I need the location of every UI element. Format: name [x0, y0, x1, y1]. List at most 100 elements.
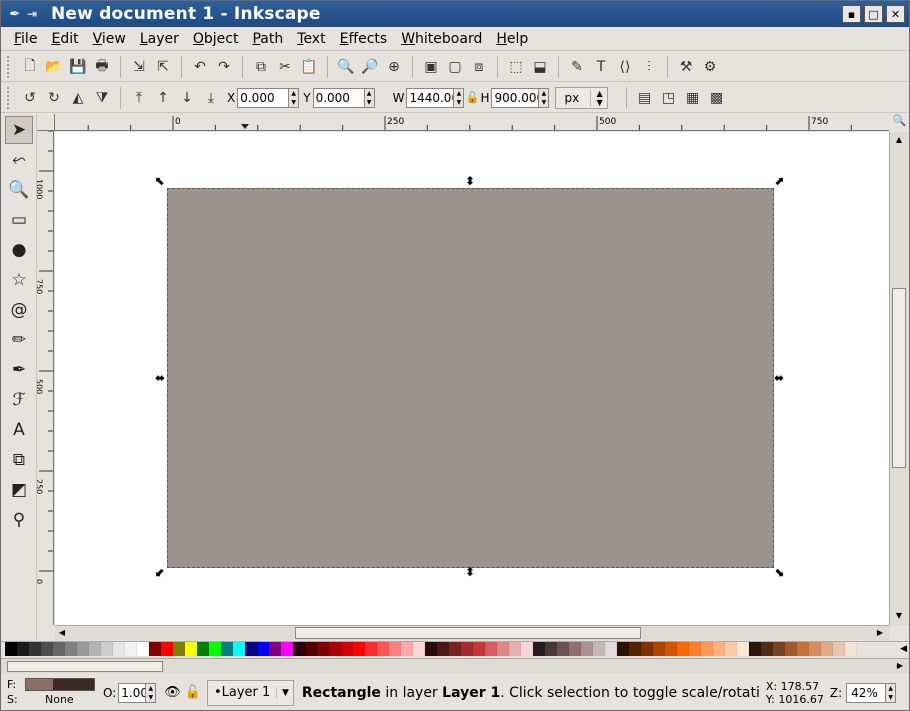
transform-icon[interactable]: ⬓: [529, 56, 551, 78]
scroll-left-icon[interactable]: ◀: [55, 626, 69, 640]
clone-icon[interactable]: ⧈: [468, 56, 490, 78]
palette-swatch[interactable]: [221, 642, 233, 656]
palette-swatch[interactable]: [209, 642, 221, 656]
title-bar[interactable]: ✒ ⇥ New document 1 - Inkscape ▪ □ ✕: [1, 1, 909, 27]
palette-swatch[interactable]: [425, 642, 437, 656]
layer-select[interactable]: •Layer 1 ▼: [206, 679, 294, 706]
pencil-tool-icon[interactable]: ✏: [5, 326, 33, 354]
palette-swatch[interactable]: [89, 642, 101, 656]
palette-scroll-right-icon[interactable]: ▶: [893, 659, 907, 673]
palette-swatch[interactable]: [137, 642, 149, 656]
palette-swatch[interactable]: [173, 642, 185, 656]
zoom-selection-icon[interactable]: 🔍: [335, 56, 357, 78]
palette-swatch[interactable]: [545, 642, 557, 656]
opacity-field[interactable]: ▲▼: [118, 682, 157, 703]
zoom-corner-icon[interactable]: 🔍: [890, 114, 909, 131]
node-tool-icon[interactable]: ⬿: [5, 146, 33, 174]
dropper-tool-icon[interactable]: ⚲: [5, 506, 33, 534]
palette-swatch[interactable]: [365, 642, 377, 656]
opacity-input[interactable]: [119, 683, 146, 702]
move-gradients-icon[interactable]: ▦: [682, 87, 704, 109]
palette-swatch[interactable]: [245, 642, 257, 656]
palette-swatch[interactable]: [329, 642, 341, 656]
horizontal-scrollbar[interactable]: ◀ ▶: [55, 625, 889, 640]
paste-icon[interactable]: 📋: [298, 56, 320, 78]
palette-swatch[interactable]: [833, 642, 845, 656]
export-icon[interactable]: ⇱: [152, 56, 174, 78]
align-icon[interactable]: ⫶: [638, 56, 660, 78]
scroll-up-icon[interactable]: ▲: [892, 133, 906, 147]
x-field[interactable]: ▲▼: [237, 87, 300, 108]
palette-swatch[interactable]: [761, 642, 773, 656]
flip-vertical-icon[interactable]: ⧩: [91, 87, 113, 109]
palette-swatch[interactable]: [653, 642, 665, 656]
palette-swatch[interactable]: [161, 642, 173, 656]
scale-handle-right[interactable]: ⬌: [772, 371, 786, 385]
menu-file[interactable]: File: [7, 27, 44, 51]
palette-swatch[interactable]: [53, 642, 65, 656]
palette-swatch[interactable]: [377, 642, 389, 656]
palette-swatch[interactable]: [257, 642, 269, 656]
lock-icon[interactable]: 🔓: [185, 685, 201, 700]
palette-swatch[interactable]: [533, 642, 545, 656]
eye-icon[interactable]: 👁: [164, 685, 181, 700]
palette-swatch[interactable]: [473, 642, 485, 656]
horizontal-ruler[interactable]: -2500250500750100012501500: [55, 114, 889, 131]
menu-path[interactable]: Path: [245, 27, 290, 51]
palette-swatch[interactable]: [305, 642, 317, 656]
palette-swatch[interactable]: [17, 642, 29, 656]
palette-swatch[interactable]: [437, 642, 449, 656]
units-select[interactable]: px ▲ ▼: [555, 86, 608, 109]
redo-icon[interactable]: ↷: [213, 56, 235, 78]
palette-swatch[interactable]: [101, 642, 113, 656]
palette-swatch[interactable]: [677, 642, 689, 656]
vertical-ruler[interactable]: 1000 750 500 250 0: [37, 131, 54, 625]
palette-swatch[interactable]: [77, 642, 89, 656]
menu-layer[interactable]: Layer: [133, 27, 186, 51]
palette-swatch[interactable]: [689, 642, 701, 656]
palette-swatch[interactable]: [281, 642, 293, 656]
xml-editor-icon[interactable]: ⟨⟩: [614, 56, 636, 78]
palette-swatch[interactable]: [713, 642, 725, 656]
inkscape-icon[interactable]: ✒: [5, 4, 25, 24]
undo-icon[interactable]: ↶: [189, 56, 211, 78]
zoom-drawing-icon[interactable]: 🔎: [359, 56, 381, 78]
scale-handle-left[interactable]: ⬌: [153, 371, 167, 385]
palette-swatch[interactable]: [593, 642, 605, 656]
spiral-tool-icon[interactable]: @: [5, 296, 33, 324]
lock-icon[interactable]: 🔓: [465, 87, 480, 109]
palette-swatch[interactable]: [341, 642, 353, 656]
drawing-canvas[interactable]: ⬉ ⬍ ⬈ ⬌ ⬌ ⬋ ⬍ ⬊: [55, 132, 889, 625]
w-stepper[interactable]: ▲ ▼: [453, 88, 464, 107]
palette-swatch[interactable]: [557, 642, 569, 656]
palette-swatch[interactable]: [65, 642, 77, 656]
open-icon[interactable]: 📂: [43, 56, 65, 78]
preferences-icon[interactable]: ⚒: [675, 56, 697, 78]
maximize-icon[interactable]: □: [864, 5, 883, 23]
palette-swatch[interactable]: [185, 642, 197, 656]
print-icon[interactable]: 🖶: [91, 56, 113, 78]
palette-swatch[interactable]: [737, 642, 749, 656]
palette-swatch[interactable]: [569, 642, 581, 656]
scale-stroke-icon[interactable]: ▤: [634, 87, 656, 109]
palette-swatch[interactable]: [461, 642, 473, 656]
palette-swatch[interactable]: [521, 642, 533, 656]
palette-swatch[interactable]: [497, 642, 509, 656]
calligraphy-tool-icon[interactable]: ℱ: [5, 386, 33, 414]
raise-to-top-icon[interactable]: ⤒: [128, 87, 150, 109]
star-tool-icon[interactable]: ☆: [5, 266, 33, 294]
gradient-tool-icon[interactable]: ◩: [5, 476, 33, 504]
duplicate-icon[interactable]: ⧉: [250, 56, 272, 78]
w-field[interactable]: ▲▼: [406, 87, 465, 108]
palette-swatch[interactable]: [233, 642, 245, 656]
palette-swatch[interactable]: [797, 642, 809, 656]
save-icon[interactable]: 💾: [67, 56, 89, 78]
group-icon[interactable]: ▣: [420, 56, 442, 78]
palette-scrollbar[interactable]: ▶: [1, 658, 909, 673]
h-stepper[interactable]: ▲ ▼: [538, 88, 549, 107]
move-patterns-icon[interactable]: ▩: [706, 87, 728, 109]
menu-edit[interactable]: Edit: [44, 27, 85, 51]
scale-handle-bottom-right[interactable]: ⬊: [772, 565, 786, 579]
palette-swatch[interactable]: [665, 642, 677, 656]
fill-stroke-icon[interactable]: ✎: [566, 56, 588, 78]
